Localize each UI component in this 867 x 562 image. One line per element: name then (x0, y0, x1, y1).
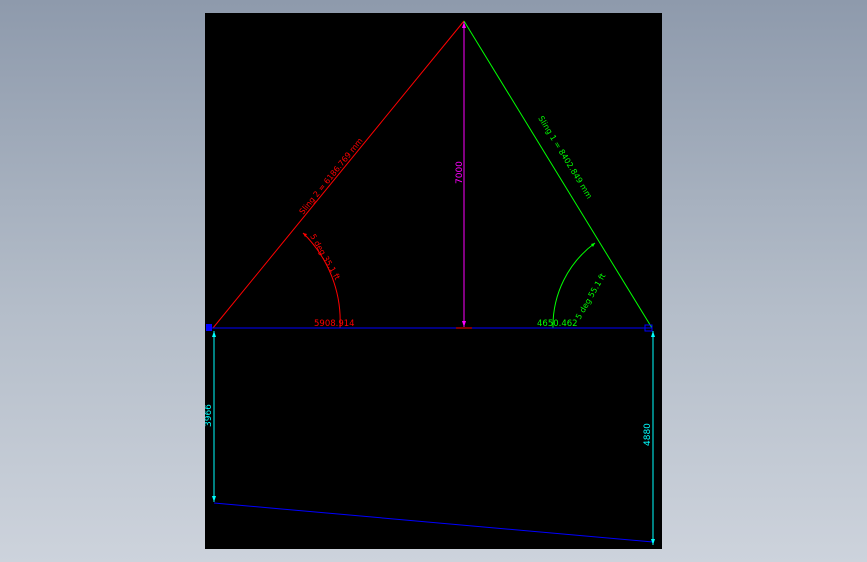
dist-left-label: 5908.914 (314, 319, 355, 329)
left-pick-point (206, 324, 212, 331)
dim-left-arrow-bottom (212, 496, 216, 502)
dim-left-arrow-top (212, 331, 216, 337)
cad-viewport[interactable]: Sling 2 = 6186.769 mm Sling 1 = 8402.849… (205, 13, 662, 549)
dim-left-label: 3966 (205, 404, 214, 427)
height-label: 7000 (455, 161, 465, 184)
angle-right-label: 5 deg 55.1 ft (574, 272, 608, 321)
bottom-line (213, 502, 654, 543)
sling-right-line (463, 20, 653, 329)
angle-left-label: 5 deg 35.1 ft (308, 233, 342, 282)
dim-right-label: 4880 (643, 423, 653, 446)
sling-left-line (212, 20, 465, 329)
sling-right-label: Sling 1 = 8402.849 mm (536, 114, 594, 200)
sling-diagram: Sling 2 = 6186.769 mm Sling 1 = 8402.849… (205, 20, 655, 545)
height-arrow-bottom (462, 321, 466, 327)
dist-right-label: 4650.462 (537, 319, 578, 329)
sling-left-label: Sling 2 = 6186.769 mm (298, 136, 365, 216)
dim-right-arrow-top (651, 331, 655, 337)
